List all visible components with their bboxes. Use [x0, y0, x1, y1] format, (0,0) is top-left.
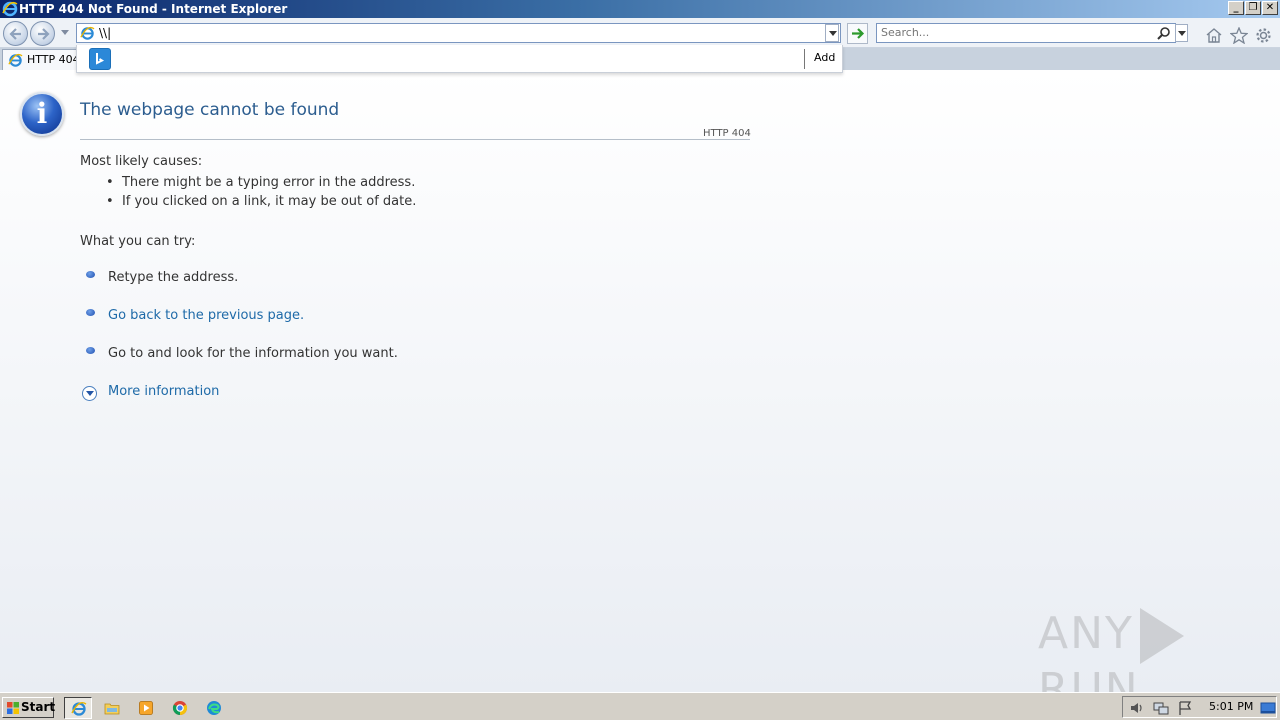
home-icon[interactable] — [1205, 27, 1223, 43]
ie-icon — [2, 1, 18, 17]
show-desktop-icon[interactable] — [1260, 700, 1276, 716]
watermark-play-icon — [1139, 608, 1184, 664]
more-information-link[interactable]: More information — [108, 384, 219, 399]
cause-item: • If you clicked on a link, it may be ou… — [106, 194, 417, 209]
bullet-icon — [86, 347, 95, 354]
forward-icon — [38, 28, 50, 40]
favorites-star-icon[interactable] — [1230, 27, 1248, 44]
system-tray: 5:01 PM — [1122, 696, 1277, 718]
page-content: i The webpage cannot be found HTTP 404 M… — [0, 70, 1280, 715]
taskbar-chrome-button[interactable] — [166, 697, 194, 719]
start-button[interactable]: Start — [2, 697, 56, 718]
taskbar-clock: 5:01 PM — [1209, 700, 1254, 713]
recent-pages-chevron-icon[interactable] — [61, 30, 69, 35]
tools-gear-icon[interactable] — [1255, 27, 1272, 44]
back-button[interactable] — [3, 21, 28, 46]
back-icon — [9, 28, 21, 40]
window-title: HTTP 404 Not Found - Internet Explorer — [19, 2, 288, 16]
ie-icon — [80, 26, 95, 40]
try-heading: What you can try: — [80, 234, 196, 249]
forward-button[interactable] — [30, 21, 55, 46]
cause-item: • There might be a typing error in the a… — [106, 175, 416, 190]
retype-address-item: Retype the address. — [108, 270, 239, 285]
chrome-icon — [172, 701, 188, 716]
network-icon[interactable] — [1153, 700, 1169, 716]
taskbar: Start 5:01 PM — [0, 692, 1280, 720]
ie-icon — [71, 701, 87, 716]
media-player-icon — [139, 701, 153, 715]
go-arrow-icon — [852, 28, 865, 39]
taskbar-ie-button[interactable] — [64, 697, 92, 719]
taskbar-media-player-button[interactable] — [132, 697, 160, 719]
search-input[interactable] — [881, 26, 1151, 39]
volume-icon[interactable] — [1129, 700, 1145, 716]
flag-icon[interactable] — [1177, 700, 1193, 716]
explorer-folder-icon — [104, 703, 120, 715]
suggestion-divider — [804, 49, 805, 69]
watermark-left-text: ANY — [1038, 608, 1134, 659]
info-icon: i — [20, 92, 64, 136]
navigation-bar — [0, 18, 1280, 48]
search-icon[interactable] — [1156, 26, 1171, 41]
minimize-button[interactable]: _ — [1228, 1, 1244, 15]
page-title: The webpage cannot be found — [80, 100, 340, 120]
address-bar[interactable] — [76, 23, 841, 43]
http-code-label: HTTP 404 — [703, 128, 751, 139]
windows-flag-icon — [7, 702, 19, 714]
tab-http-404[interactable]: HTTP 404 — [2, 49, 82, 70]
go-to-item: Go to and look for the information you w… — [108, 346, 398, 361]
causes-heading: Most likely causes: — [80, 154, 203, 169]
address-suggestion-dropdown: Add — [76, 45, 843, 73]
cause-text: If you clicked on a link, it may be out … — [121, 194, 417, 209]
taskbar-explorer-button[interactable] — [98, 697, 126, 719]
ie-icon — [8, 53, 23, 67]
address-dropdown-button[interactable] — [825, 24, 839, 42]
address-input[interactable] — [99, 26, 819, 40]
search-box[interactable] — [876, 23, 1176, 43]
start-label: Start — [21, 700, 56, 714]
cause-text: There might be a typing error in the add… — [121, 175, 416, 190]
edge-icon — [207, 701, 221, 715]
tab-label: HTTP 404 — [27, 53, 80, 66]
add-search-provider-button[interactable]: Add — [814, 51, 835, 64]
expand-icon[interactable] — [82, 386, 97, 401]
bullet-icon — [86, 271, 95, 278]
bullet-icon — [86, 309, 95, 316]
heading-divider — [80, 139, 750, 140]
go-button[interactable] — [847, 23, 868, 44]
window-titlebar: HTTP 404 Not Found - Internet Explorer _… — [0, 0, 1280, 18]
search-provider-dropdown[interactable] — [1175, 24, 1188, 42]
taskbar-edge-button[interactable] — [200, 697, 228, 719]
bing-icon[interactable] — [89, 48, 111, 70]
maximize-button[interactable]: ❐ — [1245, 1, 1261, 15]
go-back-link[interactable]: Go back to the previous page. — [108, 308, 304, 323]
close-button[interactable]: ✕ — [1262, 1, 1278, 15]
